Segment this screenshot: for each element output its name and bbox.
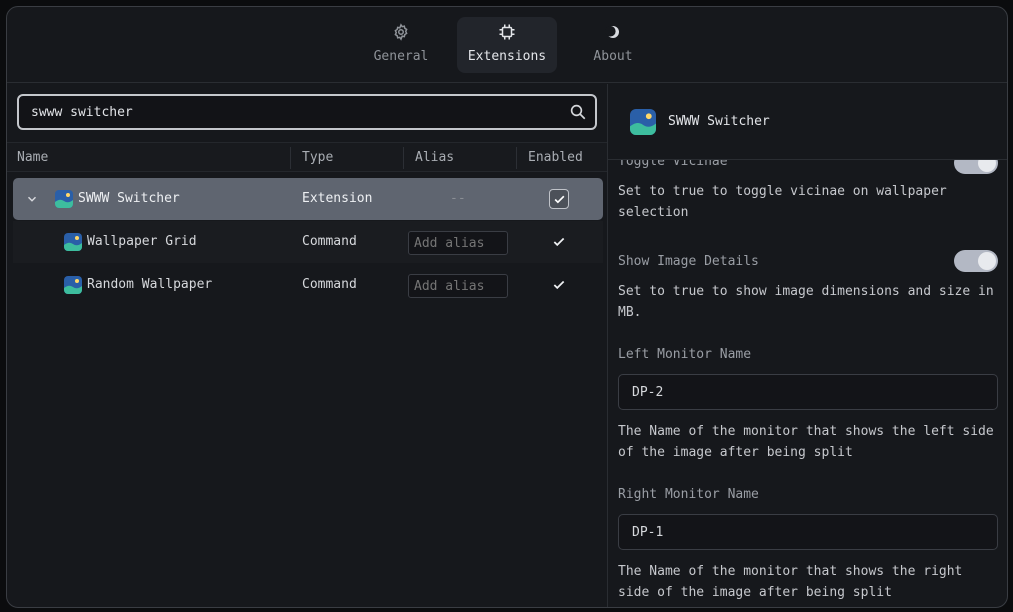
row-type: Extension (302, 191, 373, 206)
wallpaper-app-icon (64, 276, 82, 294)
enabled-checkbox[interactable] (549, 232, 569, 252)
alias-input[interactable] (408, 231, 508, 255)
enabled-checkbox[interactable] (549, 275, 569, 295)
row-name: SWWW Switcher (78, 191, 180, 206)
table-header: Name Type Alias Enabled (7, 142, 607, 172)
column-header-name[interactable]: Name (17, 150, 48, 165)
preference-description: The Name of the monitor that shows the r… (618, 564, 963, 600)
wallpaper-app-icon (630, 109, 656, 135)
wallpaper-app-icon (55, 190, 73, 208)
column-header-type[interactable]: Type (302, 150, 333, 165)
column-header-alias[interactable]: Alias (415, 150, 454, 165)
moon-icon (604, 23, 622, 41)
alias-input[interactable] (408, 274, 508, 298)
preference-label: Show Image Details (618, 254, 759, 269)
preference-label: Right Monitor Name (618, 487, 759, 502)
tab-label: Extensions (467, 49, 547, 64)
search-icon[interactable] (569, 103, 587, 125)
search-box[interactable] (17, 94, 597, 130)
preference-description: Set to true to toggle vicinae on wallpap… (618, 184, 947, 220)
chevron-down-icon[interactable] (25, 191, 39, 210)
enabled-checkbox[interactable] (549, 189, 569, 209)
tab-general[interactable]: General (351, 17, 451, 73)
search-input[interactable] (31, 102, 551, 122)
detail-header: SWWW Switcher (608, 84, 1007, 160)
tab-label: General (373, 49, 429, 64)
tab-bar: General Extensions About (7, 7, 1007, 83)
cpu-icon (498, 23, 516, 41)
preference-label: Left Monitor Name (618, 347, 752, 362)
column-divider[interactable] (290, 147, 291, 169)
right-monitor-input[interactable] (618, 514, 998, 550)
settings-window: General Extensions About Name Type (6, 6, 1008, 608)
row-type: Command (302, 277, 357, 292)
toggle-knob (978, 252, 996, 270)
table-row[interactable]: Random Wallpaper Command (13, 264, 603, 306)
preference-description: Set to true to show image dimensions and… (618, 284, 994, 320)
table-row[interactable]: Wallpaper Grid Command (13, 221, 603, 263)
row-type: Command (302, 234, 357, 249)
extension-detail-panel: SWWW Switcher Toggle Vicinae Set to true… (607, 84, 1007, 607)
preference-description: The Name of the monitor that shows the l… (618, 424, 994, 460)
tab-about[interactable]: About (563, 17, 663, 73)
left-monitor-input[interactable] (618, 374, 998, 410)
row-name: Random Wallpaper (87, 277, 213, 292)
show-image-details-switch[interactable] (954, 250, 998, 272)
row-name: Wallpaper Grid (87, 234, 197, 249)
row-alias: -- (450, 191, 466, 206)
tab-label: About (593, 49, 633, 64)
column-divider[interactable] (516, 147, 517, 169)
table-row[interactable]: SWWW Switcher Extension -- (13, 178, 603, 220)
column-divider[interactable] (403, 147, 404, 169)
wallpaper-app-icon (64, 233, 82, 251)
column-header-enabled[interactable]: Enabled (528, 150, 583, 165)
detail-title: SWWW Switcher (668, 114, 770, 129)
tab-extensions[interactable]: Extensions (457, 17, 557, 73)
gear-icon (392, 23, 410, 41)
extensions-list-panel: Name Type Alias Enabled SWWW Switcher Ex… (7, 84, 607, 607)
